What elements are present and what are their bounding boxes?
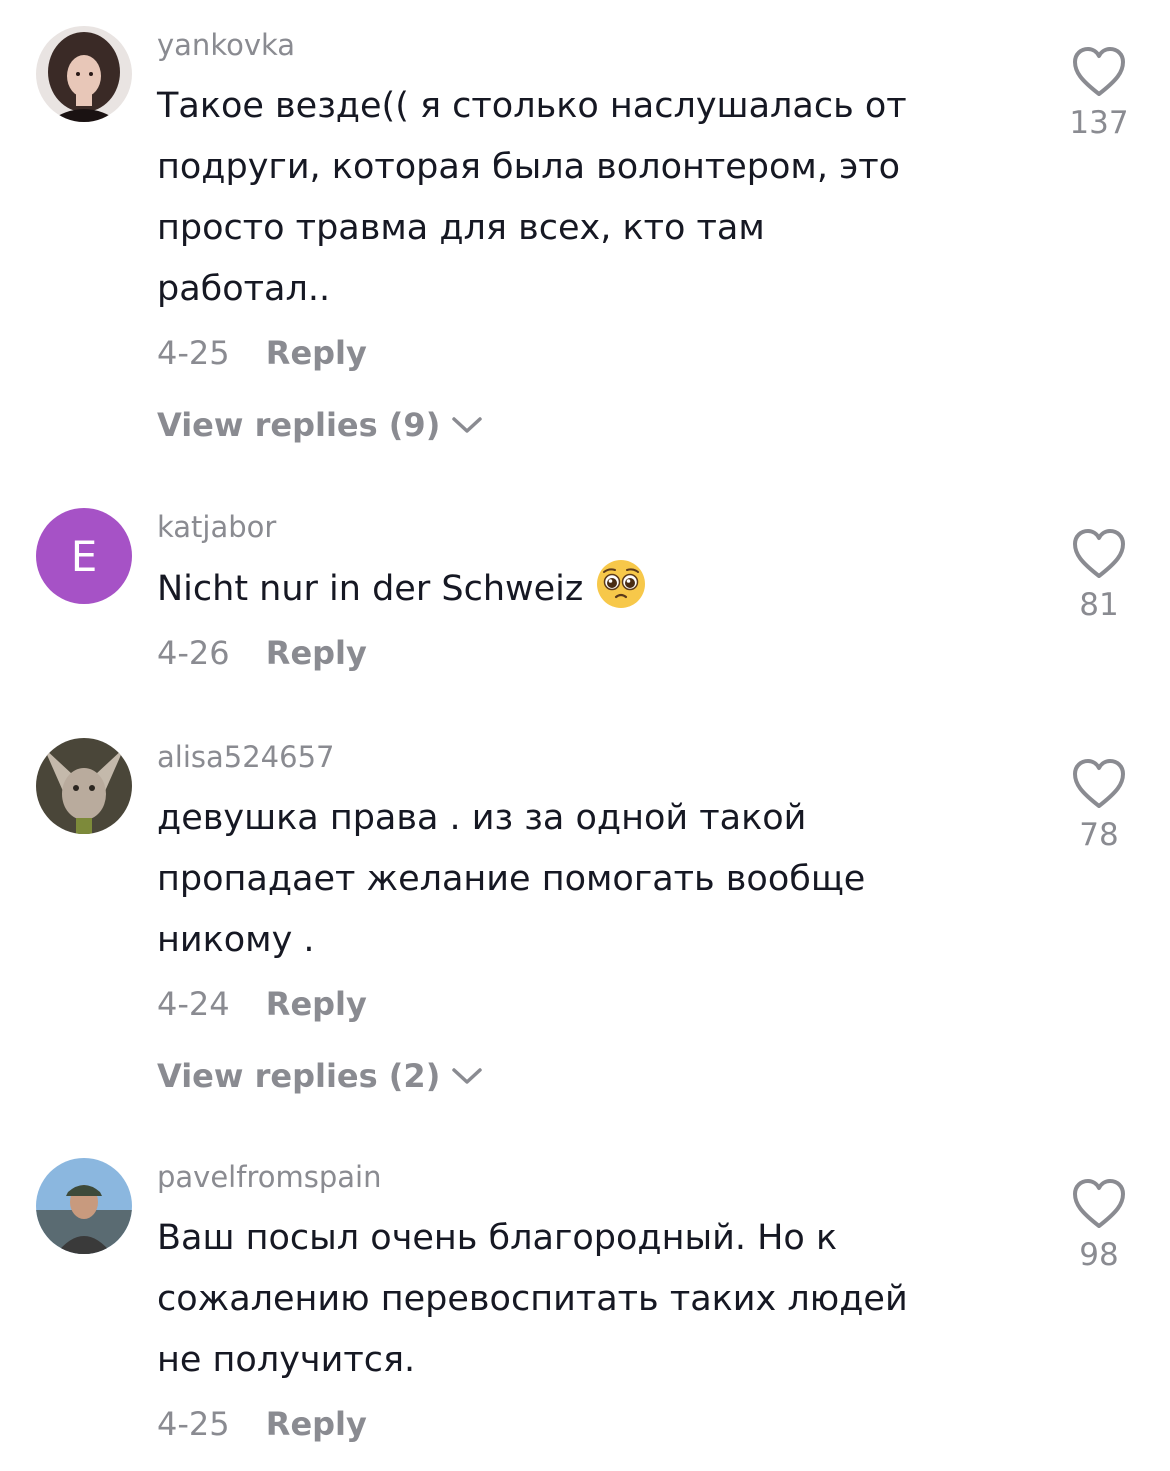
heart-icon: [1073, 47, 1125, 96]
comment-text: Nicht nur in der Schweiz: [157, 558, 1037, 620]
comment-date: 4-25: [157, 334, 230, 372]
like-button[interactable]: 98: [1060, 1178, 1138, 1274]
like-count: 81: [1079, 587, 1119, 623]
comment-text-content: Nicht nur in der Schweiz: [157, 569, 584, 609]
avatar[interactable]: [36, 26, 132, 122]
chevron-down-icon: [452, 1068, 483, 1084]
comment-meta: 4-24 Reply: [157, 981, 1037, 1027]
like-count: 78: [1079, 817, 1119, 853]
username[interactable]: pavelfromspain: [157, 1158, 1037, 1196]
reply-button[interactable]: Reply: [266, 334, 367, 372]
view-replies-button[interactable]: View replies (2): [157, 1053, 1037, 1099]
comment-body: alisa524657 девушка права . из за одной …: [157, 738, 1037, 1099]
view-replies-label: View replies (9): [157, 406, 441, 444]
comment-meta: 4-25 Reply: [157, 1401, 1037, 1447]
like-button[interactable]: 78: [1060, 758, 1138, 854]
like-count: 137: [1069, 105, 1129, 141]
chevron-down-icon: [452, 417, 483, 433]
reply-button[interactable]: Reply: [266, 1405, 367, 1443]
avatar[interactable]: [36, 1158, 132, 1254]
user-photo-icon: [36, 26, 132, 122]
heart-icon: [1073, 759, 1125, 808]
reply-button[interactable]: Reply: [266, 985, 367, 1023]
comment-text: Такое везде(( я столько наслушалась от п…: [157, 86, 907, 309]
avatar[interactable]: [36, 738, 132, 834]
comment-meta: 4-25 Reply: [157, 330, 1037, 376]
like-button[interactable]: 81: [1060, 528, 1138, 624]
like-count: 98: [1079, 1237, 1119, 1273]
username[interactable]: alisa524657: [157, 738, 1037, 776]
comment-date: 4-24: [157, 985, 230, 1023]
username[interactable]: katjabor: [157, 508, 1037, 546]
heart-icon: [1073, 529, 1125, 578]
comment-body: yankovka Такое везде(( я столько наслуша…: [157, 26, 1037, 448]
view-replies-label: View replies (2): [157, 1057, 441, 1095]
comment-body: pavelfromspain Ваш посыл очень благородн…: [157, 1158, 1037, 1447]
comment-date: 4-25: [157, 1405, 230, 1443]
comment-date: 4-26: [157, 634, 230, 672]
pleading-face-emoji-icon: [597, 560, 646, 608]
comment-meta: 4-26 Reply: [157, 630, 1037, 676]
comment-text: Ваш посыл очень благородный. Но к сожале…: [157, 1218, 908, 1380]
heart-icon: [1073, 1179, 1125, 1228]
username[interactable]: yankovka: [157, 26, 1037, 64]
avatar[interactable]: E: [36, 508, 132, 604]
avatar-letter: E: [70, 531, 98, 581]
user-photo-icon: [36, 738, 132, 834]
reply-button[interactable]: Reply: [266, 634, 367, 672]
like-button[interactable]: 137: [1060, 46, 1138, 142]
comment-body: katjabor Nicht nur in der Schweiz 4-26 R…: [157, 508, 1037, 676]
comment-text: девушка права . из за одной такой пропад…: [157, 798, 866, 960]
view-replies-button[interactable]: View replies (9): [157, 402, 1037, 448]
user-photo-icon: [36, 1158, 132, 1254]
